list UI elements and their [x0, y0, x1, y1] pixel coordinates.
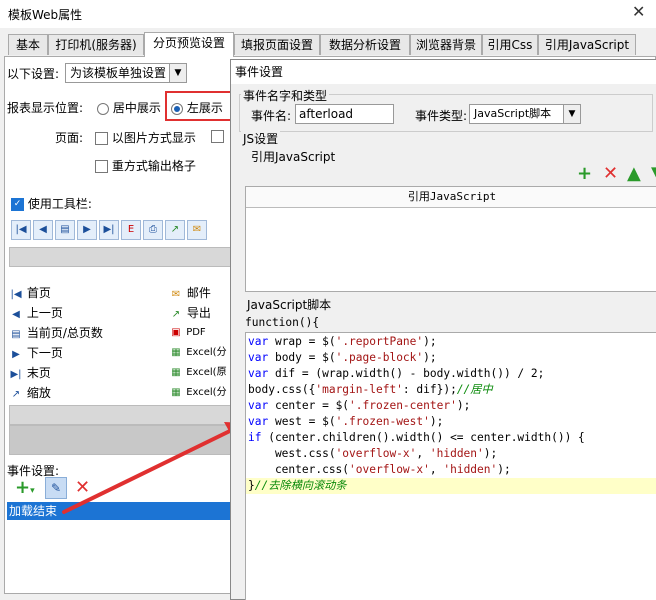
event-name-input[interactable]: afterload — [295, 104, 394, 124]
code-token: 'overflow-x' — [335, 447, 417, 460]
code-token: 'hidden' — [429, 447, 484, 460]
code-token: //去除横向滚动条 — [254, 479, 347, 492]
code-token: , — [416, 447, 430, 460]
code-token: wrap = $( — [268, 335, 336, 348]
name-type-group-label: 事件名字和类型 — [241, 87, 330, 104]
event-type-label: 事件类型: — [415, 109, 468, 123]
code-token: 'hidden' — [443, 463, 498, 476]
code-line: var center = $('.frozen-center'); — [248, 398, 585, 414]
code-token: var — [248, 399, 269, 412]
code-token: center = $( — [268, 399, 350, 412]
event-type-select[interactable]: JavaScript脚本 ▼ — [469, 104, 581, 124]
tab-paging-preview[interactable]: 分页预览设置 — [144, 32, 234, 57]
code-token: dif = (wrap.width() - body.width()) / 2; — [268, 367, 545, 380]
code-token: ); — [497, 463, 511, 476]
code-token: '.frozen-center' — [349, 399, 457, 412]
script-label: JavaScript脚本 — [245, 296, 334, 313]
event-name-label: 事件名: — [251, 109, 292, 123]
code-line: west.css('overflow-x', 'hidden'); — [248, 446, 585, 462]
code-token: 'margin-left' — [315, 383, 403, 396]
ref-js-table-header: 引用JavaScript — [246, 187, 656, 208]
code-token: , — [429, 463, 444, 476]
add-icon[interactable]: + — [577, 165, 592, 183]
code-token: ); — [456, 399, 471, 412]
code-token: if — [248, 431, 262, 444]
code-token: ); — [423, 335, 437, 348]
delete-icon[interactable]: ✕ — [603, 165, 618, 183]
arrow-down-icon[interactable]: ▼ — [651, 165, 656, 183]
script-editor[interactable]: var wrap = $('.reportPane'); var body = $… — [245, 332, 656, 600]
dialog-title: 事件设置 — [231, 60, 656, 84]
arrow-up-icon[interactable]: ▲ — [627, 165, 641, 183]
code-line: if (center.children().width() <= center.… — [248, 430, 585, 446]
code-token: center.css( — [248, 463, 350, 476]
code-token: ); — [429, 415, 444, 428]
ref-js-table: 引用JavaScript — [245, 186, 656, 292]
code-token: west.css( — [248, 447, 336, 460]
code-line: center.css('overflow-x', 'hidden'); — [248, 462, 585, 478]
code-token: } — [248, 479, 255, 492]
chevron-down-icon[interactable]: ▼ — [563, 105, 580, 123]
code-token: 'overflow-x' — [349, 463, 430, 476]
code-token: var — [248, 351, 269, 364]
event-type-value: JavaScript脚本 — [474, 107, 552, 120]
code-line: }//去除横向滚动条 — [248, 478, 585, 494]
code-token: body.css({ — [248, 383, 316, 396]
code-content: var wrap = $('.reportPane'); var body = $… — [248, 334, 585, 494]
code-line: body.css({'margin-left': dif});//居中 — [248, 382, 585, 398]
code-token: var — [248, 335, 269, 348]
code-token: west = $( — [268, 415, 336, 428]
code-token: '.reportPane' — [335, 335, 424, 348]
code-token: var — [248, 367, 269, 380]
code-token: var — [248, 415, 269, 428]
code-token: '.frozen-west' — [335, 415, 430, 428]
code-token: ); — [483, 447, 498, 460]
code-line: var dif = (wrap.width() - body.width()) … — [248, 366, 585, 382]
code-token: body = $( — [268, 351, 336, 364]
code-line: var body = $('.page-block'); — [248, 350, 585, 366]
code-token: (center.children().width() <= center.wid… — [261, 431, 585, 444]
event-settings-dialog: 事件设置 事件名字和类型 事件名: afterload 事件类型: JavaSc… — [230, 59, 656, 600]
code-token: : dif}); — [402, 383, 457, 396]
code-line: var wrap = $('.reportPane'); — [248, 334, 585, 350]
ref-js-label: 引用JavaScript — [249, 148, 338, 165]
code-token: //居中 — [456, 383, 493, 396]
script-header: function(){ — [245, 316, 320, 329]
code-line: var west = $('.frozen-west'); — [248, 414, 585, 430]
code-token: '.page-block' — [335, 351, 424, 364]
js-group-label: JS设置 — [241, 130, 281, 147]
code-token: ); — [423, 351, 437, 364]
